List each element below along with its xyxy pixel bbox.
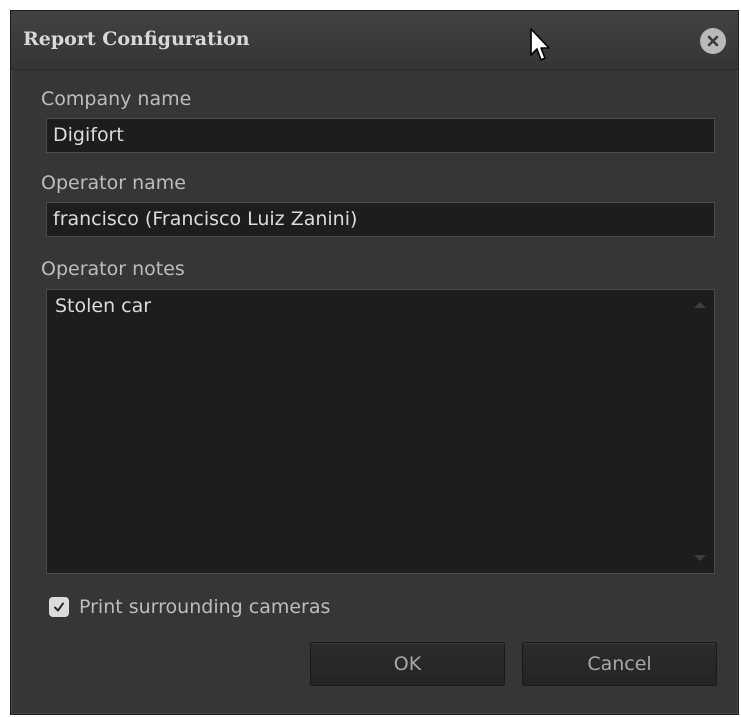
close-icon — [707, 35, 719, 47]
mouse-cursor-icon — [530, 28, 550, 61]
ok-button[interactable]: OK — [310, 642, 505, 686]
scroll-up-arrow-icon[interactable] — [694, 302, 706, 308]
operator-name-label: Operator name — [41, 172, 186, 194]
dialog-titlebar[interactable]: Report Configuration — [11, 11, 738, 70]
operator-name-input[interactable]: francisco (Francisco Luiz Zanini) — [46, 202, 715, 237]
close-button[interactable] — [700, 28, 726, 54]
dialog-title: Report Configuration — [23, 28, 250, 50]
print-surrounding-cameras-checkbox[interactable] — [49, 597, 69, 617]
checkmark-icon — [54, 602, 64, 612]
cancel-button[interactable]: Cancel — [522, 642, 717, 686]
company-name-label: Company name — [41, 88, 192, 110]
scroll-down-arrow-icon[interactable] — [694, 555, 706, 561]
print-surrounding-cameras-option[interactable]: Print surrounding cameras — [49, 596, 330, 618]
operator-notes-textarea[interactable]: Stolen car — [46, 289, 715, 574]
operator-notes-label: Operator notes — [41, 258, 185, 280]
report-configuration-dialog: Report Configuration Company name Digifo… — [10, 10, 739, 715]
operator-notes-text: Stolen car — [55, 295, 152, 317]
company-name-input[interactable]: Digifort — [46, 118, 715, 153]
print-surrounding-cameras-label: Print surrounding cameras — [79, 596, 331, 618]
